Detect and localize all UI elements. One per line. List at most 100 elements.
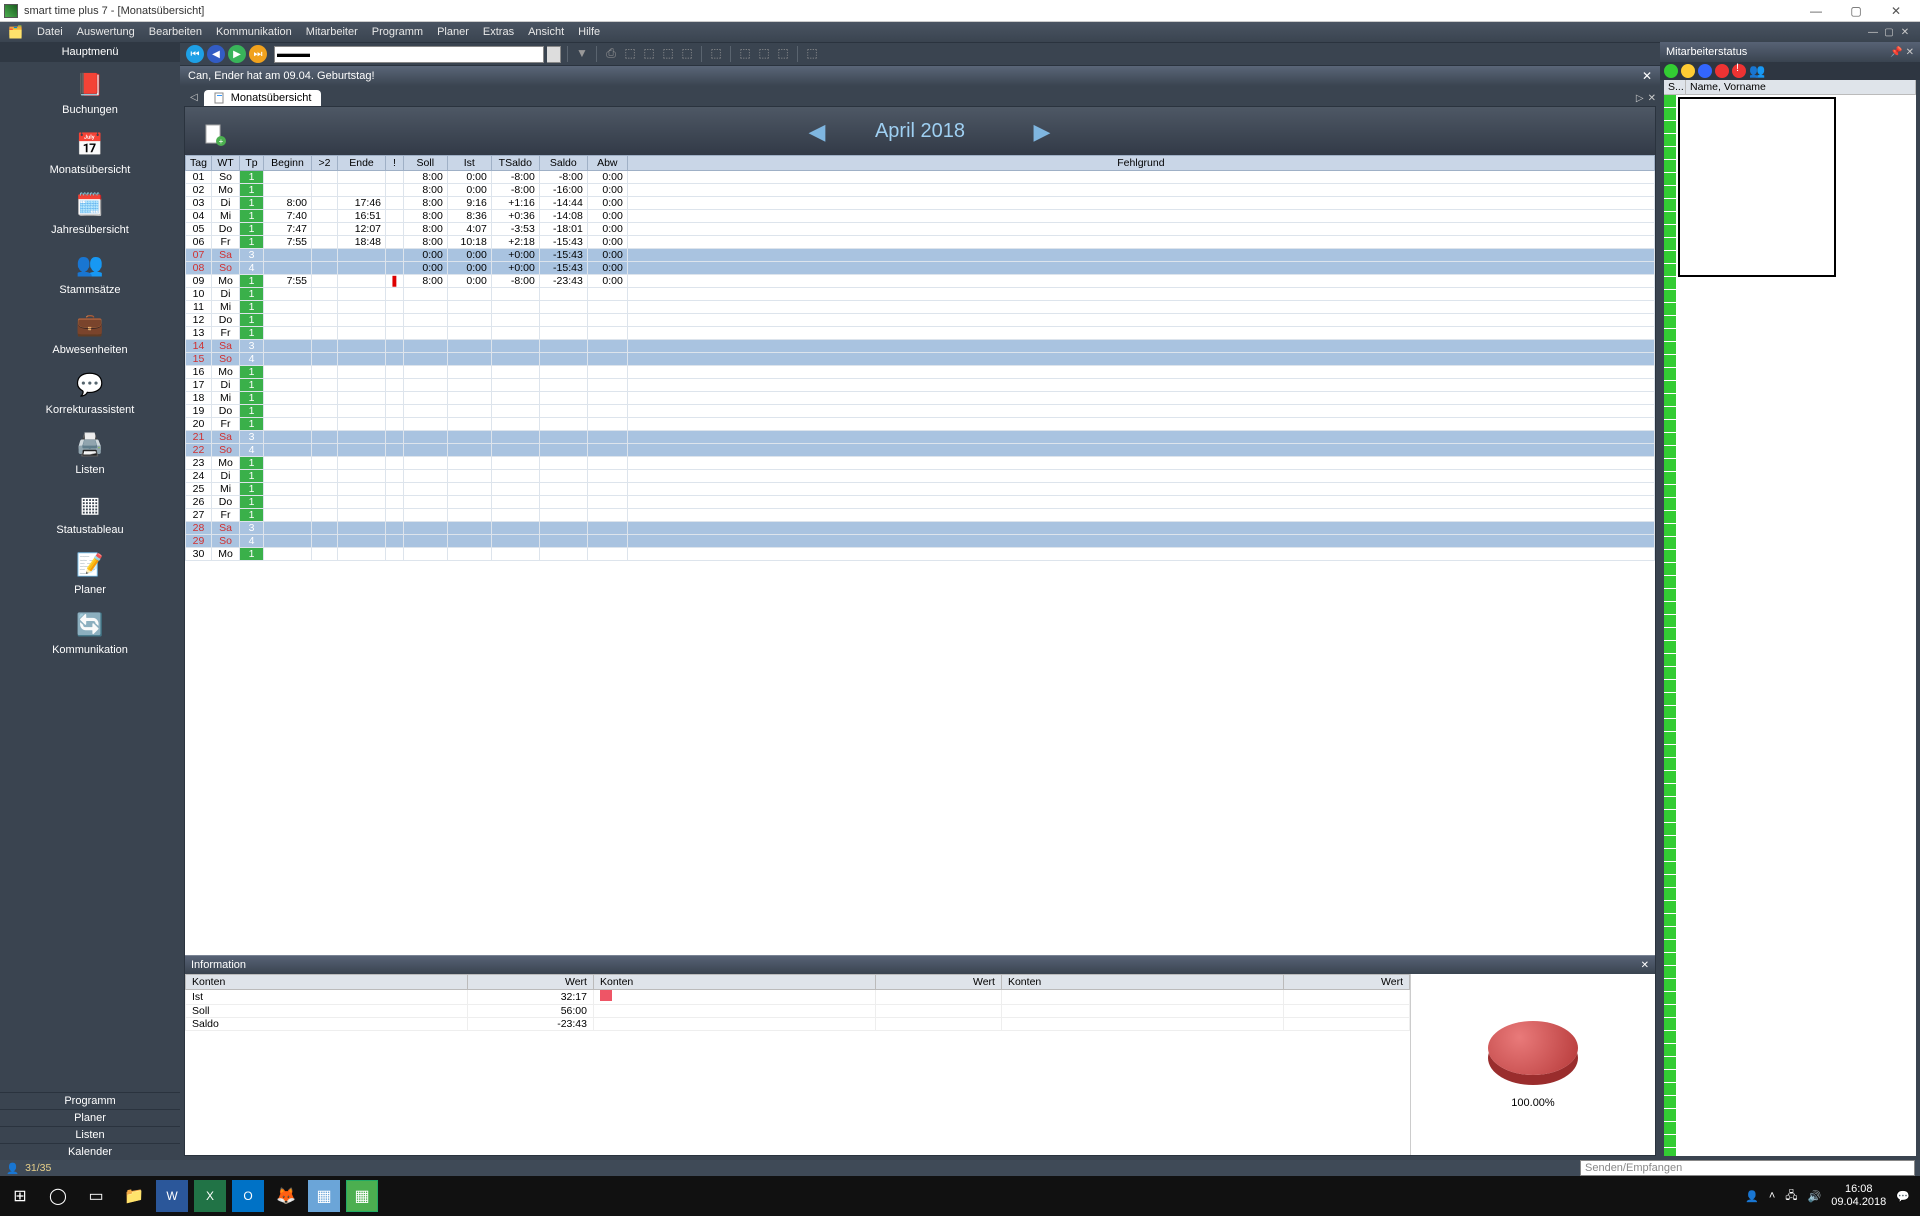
status-red-icon[interactable] xyxy=(1715,64,1729,78)
table-row[interactable]: 08So40:000:00+0:00-15:430:00 xyxy=(186,262,1655,275)
table-row[interactable]: 05Do17:4712:078:004:07-3:53-18:010:00 xyxy=(186,223,1655,236)
sidebar-item-listen[interactable]: 🖨️Listen xyxy=(0,422,180,482)
toolbar-search-box[interactable]: ▬▬▬ xyxy=(274,46,544,63)
status-alert-icon[interactable] xyxy=(1732,64,1746,78)
status-yellow-icon[interactable] xyxy=(1681,64,1695,78)
mdi-window-controls[interactable]: —▢✕ xyxy=(1866,27,1912,38)
start-button[interactable]: ⊞ xyxy=(4,1180,36,1212)
menu-mitarbeiter[interactable]: Mitarbeiter xyxy=(306,26,358,38)
prev-month-button[interactable]: ◀ xyxy=(805,119,829,143)
table-row[interactable]: 09Mo17:55❚8:000:00-8:00-23:430:00 xyxy=(186,275,1655,288)
table-row[interactable]: 27Fr1 xyxy=(186,509,1655,522)
table-row[interactable]: 15So4 xyxy=(186,353,1655,366)
menu-extras[interactable]: Extras xyxy=(483,26,514,38)
cortana-icon[interactable]: ◯ xyxy=(42,1180,74,1212)
menu-planer[interactable]: Planer xyxy=(437,26,469,38)
table-row[interactable]: 07Sa30:000:00+0:00-15:430:00 xyxy=(186,249,1655,262)
col-tsaldo[interactable]: TSaldo xyxy=(491,156,539,171)
sidebar-bottom-programm[interactable]: Programm xyxy=(0,1092,180,1109)
info-col[interactable]: Wert xyxy=(876,975,1002,990)
table-row[interactable]: 26Do1 xyxy=(186,496,1655,509)
sidebar-item-stammsätze[interactable]: 👥Stammsätze xyxy=(0,242,180,302)
notifications-icon[interactable]: 💬 xyxy=(1896,1190,1910,1203)
col-ist[interactable]: Ist xyxy=(447,156,491,171)
table-row[interactable]: 19Do1 xyxy=(186,405,1655,418)
table-row[interactable]: 22So4 xyxy=(186,444,1655,457)
next-month-button[interactable]: ▶ xyxy=(1030,119,1054,143)
sidebar-item-planer[interactable]: 📝Planer xyxy=(0,542,180,602)
menu-ansicht[interactable]: Ansicht xyxy=(528,26,564,38)
table-row[interactable]: 04Mi17:4016:518:008:36+0:36-14:080:00 xyxy=(186,210,1655,223)
notification-close-icon[interactable]: ✕ xyxy=(1642,69,1652,83)
sidebar-item-monatsübersicht[interactable]: 📅Monatsübersicht xyxy=(0,122,180,182)
col-soll[interactable]: Soll xyxy=(403,156,447,171)
tool-icon[interactable]: ⬚ xyxy=(804,46,820,62)
sidebar-item-jahresübersicht[interactable]: 🗓️Jahresübersicht xyxy=(0,182,180,242)
table-row[interactable]: 28Sa3 xyxy=(186,522,1655,535)
tab-close-icon[interactable]: ✕ xyxy=(1648,93,1656,104)
info-col[interactable]: Konten xyxy=(1001,975,1283,990)
table-row[interactable]: 14Sa3 xyxy=(186,340,1655,353)
tool-icon[interactable]: ⬚ xyxy=(708,46,724,62)
table-row[interactable]: 06Fr17:5518:488:0010:18+2:18-15:430:00 xyxy=(186,236,1655,249)
table-row[interactable]: 01So18:000:00-8:00-8:000:00 xyxy=(186,171,1655,184)
status-green-icon[interactable] xyxy=(1664,64,1678,78)
tool-icon[interactable]: ⬚ xyxy=(737,46,753,62)
menu-datei[interactable]: Datei xyxy=(37,26,63,38)
minimize-button[interactable]: — xyxy=(1796,1,1836,21)
tool-icon[interactable]: ⬚ xyxy=(756,46,772,62)
toolbar-nav-first-icon[interactable]: ⏮ xyxy=(186,45,204,63)
table-row[interactable]: 03Di18:0017:468:009:16+1:16-14:440:00 xyxy=(186,197,1655,210)
clock[interactable]: 16:08 09.04.2018 xyxy=(1831,1183,1886,1209)
firefox-icon[interactable]: 🦊 xyxy=(270,1180,302,1212)
toolbar-nav-prev-icon[interactable]: ◀ xyxy=(207,45,225,63)
tray-up-icon[interactable]: ˄ xyxy=(1769,1190,1775,1202)
table-row[interactable]: 30Mo1 xyxy=(186,548,1655,561)
table-row[interactable]: 12Do1 xyxy=(186,314,1655,327)
tool-icon[interactable]: ⬚ xyxy=(641,46,657,62)
sidebar-item-buchungen[interactable]: 📕Buchungen xyxy=(0,62,180,122)
filter-icon[interactable]: ▼ xyxy=(574,46,590,62)
info-col[interactable]: Konten xyxy=(186,975,468,990)
col-tag[interactable]: Tag xyxy=(186,156,212,171)
table-row[interactable]: 23Mo1 xyxy=(186,457,1655,470)
maximize-button[interactable]: ▢ xyxy=(1836,1,1876,21)
pin-icon[interactable]: 📌 xyxy=(1890,47,1902,58)
info-col[interactable]: Konten xyxy=(593,975,875,990)
table-row[interactable]: 16Mo1 xyxy=(186,366,1655,379)
tray-people-icon[interactable]: 👤 xyxy=(1745,1190,1759,1203)
menu-kommunikation[interactable]: Kommunikation xyxy=(216,26,292,38)
col-name[interactable]: Name, Vorname xyxy=(1686,80,1916,94)
tray-network-icon[interactable]: 🖧 xyxy=(1785,1187,1797,1206)
active-tab[interactable]: Monatsübersicht xyxy=(204,90,322,106)
info-close-icon[interactable]: ✕ xyxy=(1641,960,1649,971)
sidebar-item-kommunikation[interactable]: 🔄Kommunikation xyxy=(0,602,180,662)
menu-bearbeiten[interactable]: Bearbeiten xyxy=(149,26,202,38)
tool-icon[interactable]: ⬚ xyxy=(679,46,695,62)
smarttime-icon[interactable]: ▦ xyxy=(346,1180,378,1212)
toolbar-nav-next-icon[interactable]: ▶ xyxy=(228,45,246,63)
panel-close-icon[interactable]: ✕ xyxy=(1906,47,1914,58)
sidebar-item-statustableau[interactable]: ▦Statustableau xyxy=(0,482,180,542)
menu-auswertung[interactable]: Auswertung xyxy=(77,26,135,38)
status-blue-icon[interactable] xyxy=(1698,64,1712,78)
tool-icon[interactable]: ⬚ xyxy=(622,46,638,62)
col-tp[interactable]: Tp xyxy=(240,156,264,171)
sidebar-bottom-planer[interactable]: Planer xyxy=(0,1109,180,1126)
col-![interactable]: ! xyxy=(386,156,404,171)
employee-status-list[interactable]: S... Name, Vorname xyxy=(1664,80,1916,1156)
sidebar-item-korrekturassistent[interactable]: 💬Korrekturassistent xyxy=(0,362,180,422)
outlook-icon[interactable]: O xyxy=(232,1180,264,1212)
menu-programm[interactable]: Programm xyxy=(372,26,423,38)
table-row[interactable]: 29So4 xyxy=(186,535,1655,548)
toolbar-nav-last-icon[interactable]: ⏭ xyxy=(249,45,267,63)
word-icon[interactable]: W xyxy=(156,1180,188,1212)
table-row[interactable]: 20Fr1 xyxy=(186,418,1655,431)
explorer-icon[interactable]: 📁 xyxy=(118,1180,150,1212)
excel-icon[interactable]: X xyxy=(194,1180,226,1212)
sidebar-bottom-kalender[interactable]: Kalender xyxy=(0,1143,180,1160)
tool-icon[interactable]: ⬚ xyxy=(660,46,676,62)
export-icon[interactable]: + xyxy=(203,123,227,147)
tool-icon[interactable]: ⬚ xyxy=(775,46,791,62)
table-row[interactable]: 02Mo18:000:00-8:00-16:000:00 xyxy=(186,184,1655,197)
